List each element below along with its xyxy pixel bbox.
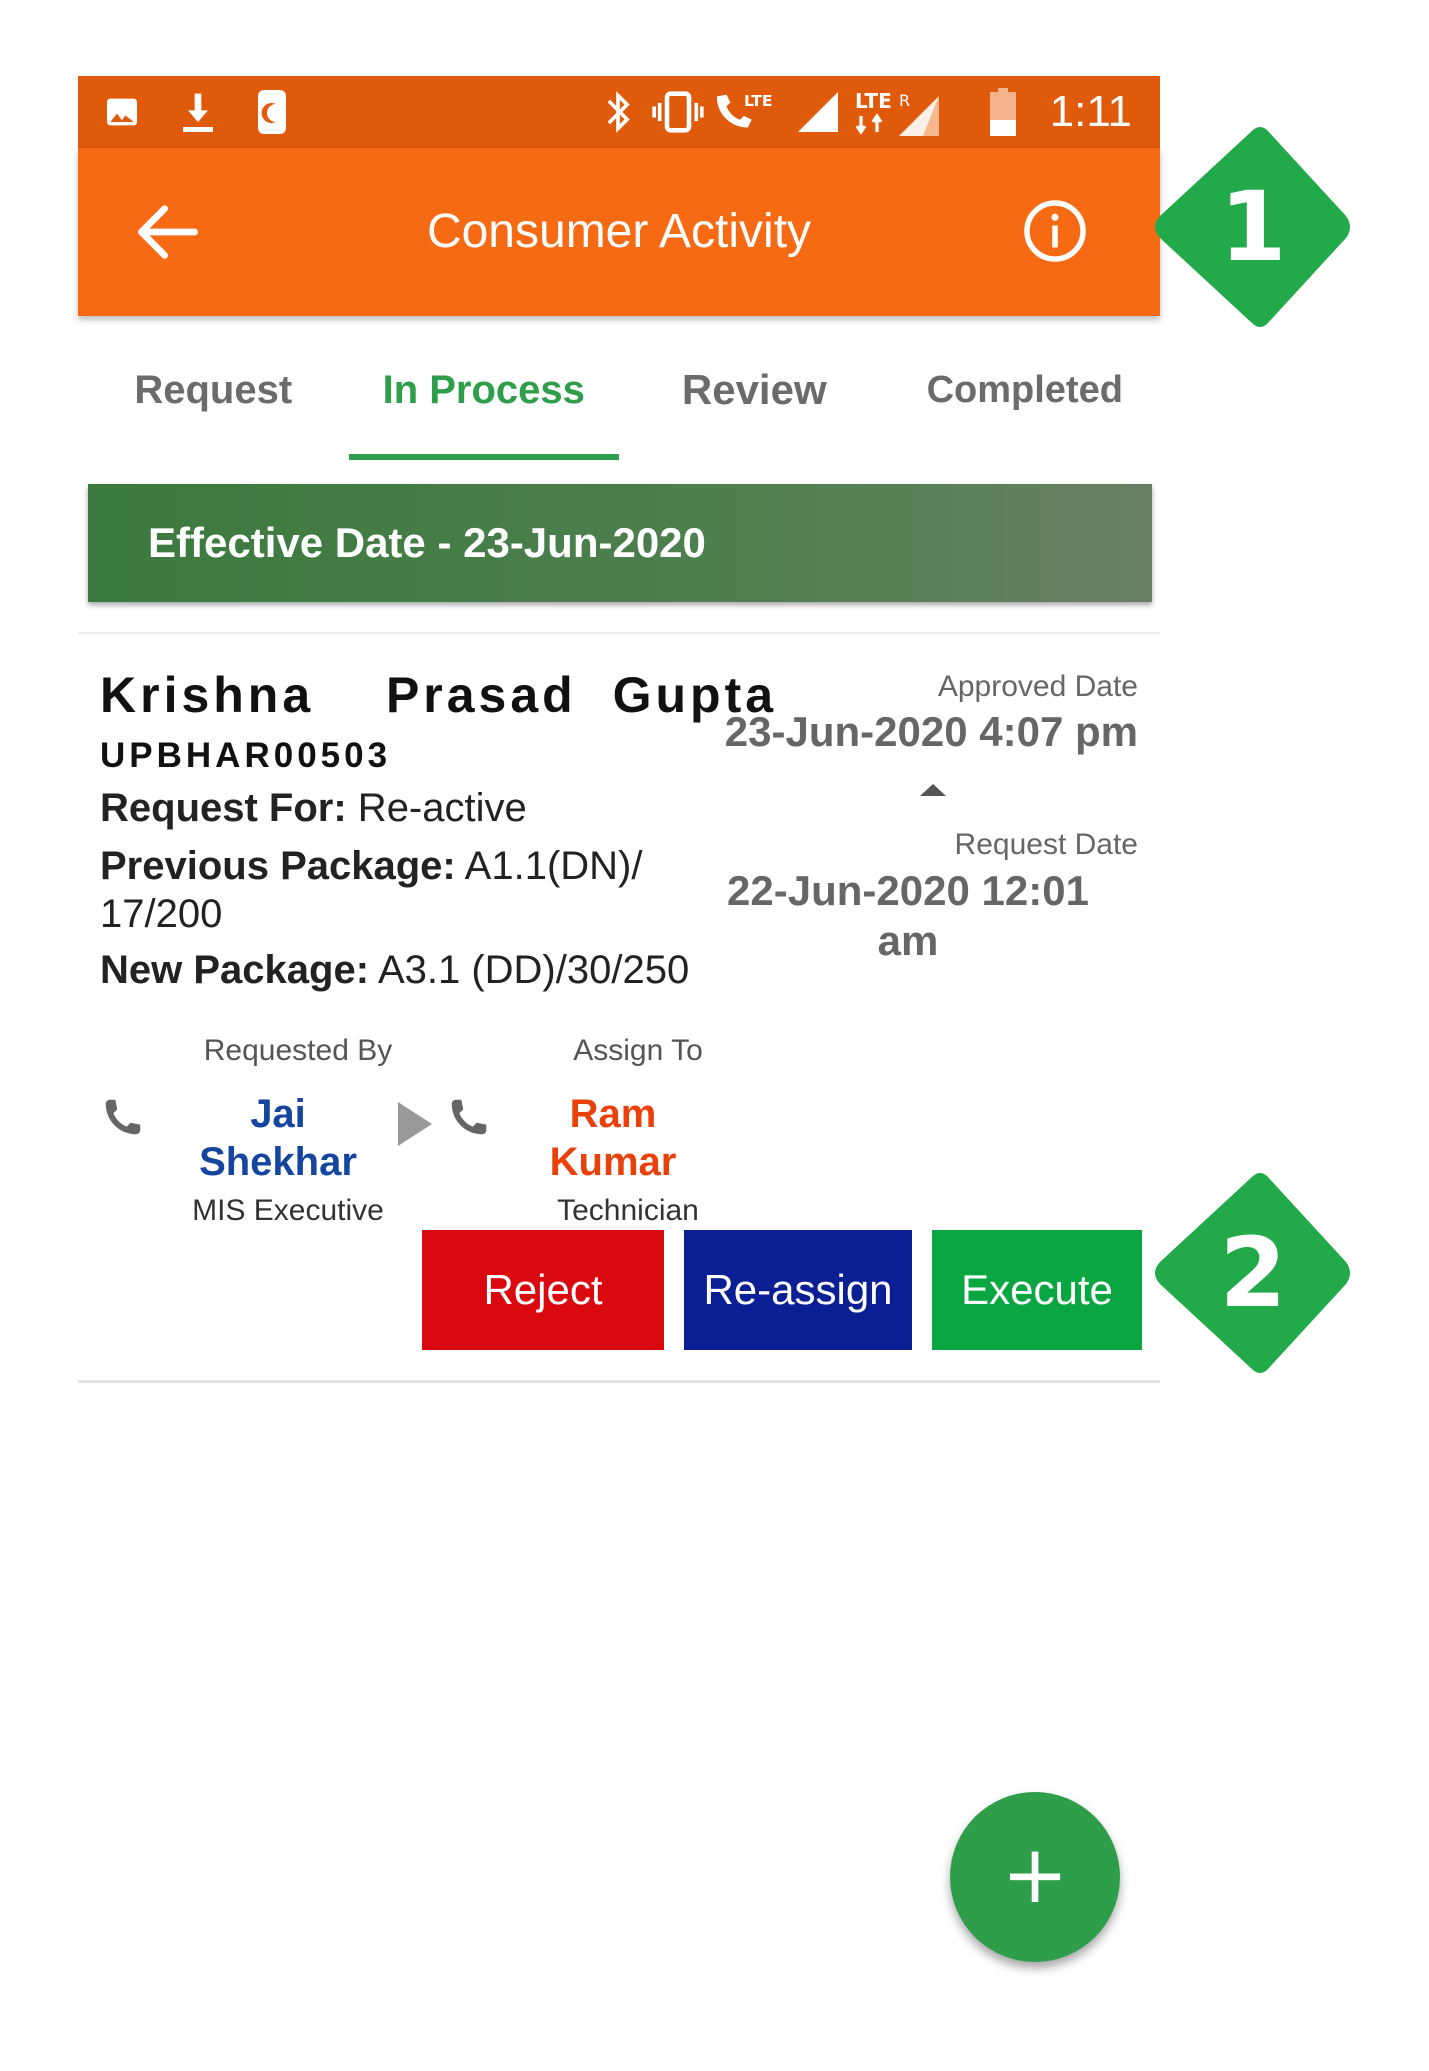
app-bar: Consumer Activity [78,148,1160,316]
callout-marker-1: 1 [1150,124,1356,330]
reassign-button[interactable]: Re-assign [684,1230,912,1350]
request-for-label: Request For: [100,786,347,830]
divider [78,1380,1160,1383]
vibrate-icon [650,86,706,138]
tab-review[interactable]: Review [619,316,890,464]
image-icon [100,86,144,138]
phone-screen: LTE LTE R 1:11 Consumer Activity Request … [78,76,1160,2071]
tab-request[interactable]: Request [78,316,349,464]
request-for-value: Re-active [346,786,527,830]
assign-to-role: Technician [557,1194,699,1227]
requested-by-role: MIS Executive [192,1194,384,1227]
reject-button[interactable]: Reject [422,1230,664,1350]
add-fab-button[interactable]: + [950,1792,1120,1962]
svg-text:LTE: LTE [744,92,772,110]
battery-low-icon [988,86,1018,138]
divider [78,632,1160,634]
execute-button[interactable]: Execute [932,1230,1142,1350]
svg-text:R: R [899,91,910,110]
consumer-name: Krishna Prasad Gupta [100,667,778,723]
effective-date-banner: Effective Date - 23-Jun-2020 [88,484,1152,602]
call-assignee-icon[interactable] [446,1094,492,1140]
signal-icon [796,86,840,138]
lte-roaming-signal-icon: LTE R [854,86,944,138]
bluetooth-icon [598,86,638,138]
request-for-line: Request For: Re-active [100,786,527,831]
info-icon[interactable] [1022,198,1088,264]
request-date-value: 22-Jun-2020 12:01 am [727,867,1089,964]
status-time: 1:11 [1049,87,1132,136]
callout-number: 1 [1219,171,1287,283]
callout-number: 2 [1219,1217,1287,1329]
requested-by-label: Requested By [203,1034,393,1067]
play-arrow-icon [398,1102,432,1146]
svg-text:LTE: LTE [855,89,892,113]
moon-notification-icon [254,86,290,138]
tab-bar: Request In Process Review Completed [78,316,1160,464]
effective-date-text: Effective Date - 23-Jun-2020 [148,519,706,566]
volte-call-icon: LTE [710,86,774,138]
status-bar: LTE LTE R 1:11 [78,76,1160,148]
assign-to-label: Assign To [573,1034,703,1067]
tab-completed[interactable]: Completed [890,316,1161,464]
approved-date-label: Approved Date [937,670,1138,703]
requested-by-name[interactable]: Jai Shekhar [178,1090,378,1186]
download-icon [176,86,220,138]
callout-marker-2: 2 [1150,1170,1356,1376]
page-title: Consumer Activity [426,205,812,258]
call-requester-icon[interactable] [100,1094,146,1140]
new-package-value: A3.1 (DD)/30/250 [369,948,690,992]
assign-to-name[interactable]: Ram Kumar [518,1090,708,1186]
arrow-left-icon[interactable] [128,192,208,272]
previous-package-line: Previous Package: A1.1(DN)/ 17/200 [100,842,740,938]
consumer-id: UPBHAR00503 [100,736,392,775]
new-package-line: New Package: A3.1 (DD)/30/250 [100,948,689,993]
request-date-label: Request Date [954,828,1138,861]
collapse-caret-icon[interactable] [920,784,946,796]
tab-in-process[interactable]: In Process [348,316,620,464]
new-package-label: New Package: [100,948,370,992]
approved-date-value: 23-Jun-2020 4:07 pm [724,708,1138,755]
previous-package-label: Previous Package: [100,844,456,888]
